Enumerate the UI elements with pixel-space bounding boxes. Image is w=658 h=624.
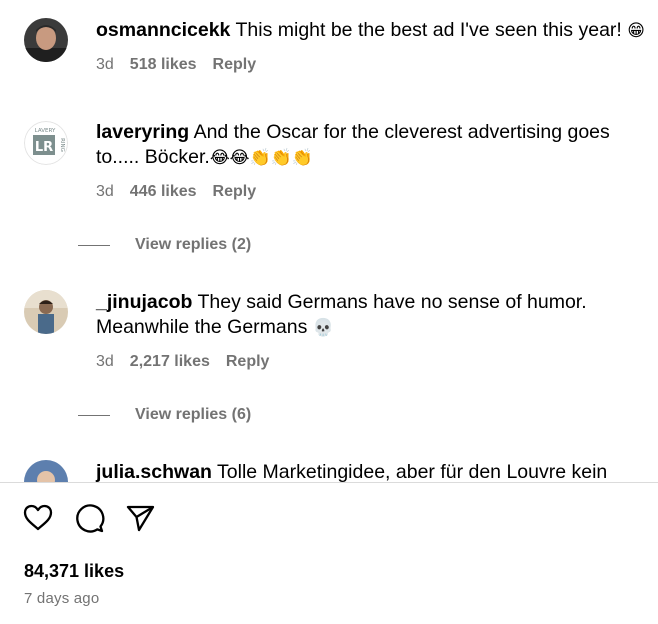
avatar[interactable]: [24, 460, 68, 483]
view-replies-button[interactable]: View replies (6): [78, 406, 251, 424]
avatar-logo-text: LAVERY: [35, 128, 56, 134]
reply-button[interactable]: Reply: [213, 183, 257, 201]
comment-text: laveryring And the Oscar for the clevere…: [96, 120, 656, 171]
avatar[interactable]: [24, 290, 68, 334]
comment-text: julia.schwan Tolle Marketingidee, aber f…: [96, 460, 656, 483]
avatar-logo-mark: LR: [35, 140, 53, 155]
view-replies-label: View replies (2): [135, 236, 252, 253]
comment-body: Tolle Marketingidee, aber für den Louvre…: [217, 461, 608, 483]
comment-time: 3d: [96, 353, 114, 370]
comment-text: _jinujacob They said Germans have no sen…: [96, 290, 656, 341]
comment-meta: 3d 518 likes Reply: [96, 56, 656, 74]
emoji: 😁: [627, 21, 645, 41]
avatar-logo-side: RING: [59, 138, 65, 152]
comment-time: 3d: [96, 183, 114, 200]
view-replies-button[interactable]: View replies (2): [78, 236, 251, 254]
heart-icon[interactable]: [22, 502, 54, 534]
reply-button[interactable]: Reply: [213, 56, 257, 74]
reply-button[interactable]: Reply: [226, 353, 270, 371]
post-actions: [22, 502, 156, 534]
comment-likes[interactable]: 2,217 likes: [130, 353, 210, 371]
comment-meta: 3d 2,217 likes Reply: [96, 353, 656, 371]
replies-divider-line: [78, 244, 110, 246]
view-replies-label: View replies (6): [135, 406, 252, 423]
section-divider: [0, 482, 658, 483]
comment-meta: 3d 446 likes Reply: [96, 183, 656, 201]
avatar[interactable]: LAVERY LR RING: [24, 121, 68, 165]
comment-username[interactable]: _jinujacob: [96, 291, 192, 313]
comment-time: 3d: [96, 56, 114, 73]
comment-body: This might be the best ad I've seen this…: [235, 19, 622, 41]
comment-likes[interactable]: 518 likes: [130, 56, 197, 74]
comment-body-continued: to..... Böcker.: [96, 146, 210, 168]
post-timestamp: 7 days ago: [24, 590, 100, 607]
comment-username[interactable]: laveryring: [96, 121, 189, 143]
emoji: 😂😂👏👏👏: [209, 148, 314, 168]
comment-likes[interactable]: 446 likes: [130, 183, 197, 201]
share-icon[interactable]: [124, 502, 156, 534]
comment-icon[interactable]: [73, 502, 105, 534]
comment-username[interactable]: osmanncicekk: [96, 19, 230, 41]
replies-divider-line: [78, 414, 110, 416]
comment-body-continued: Meanwhile the Germans: [96, 316, 308, 338]
avatar[interactable]: [24, 18, 68, 62]
comment-body: They said Germans have no sense of humor…: [197, 291, 587, 313]
comment-body: And the Oscar for the cleverest advertis…: [193, 121, 610, 143]
comments-list: osmanncicekk This might be the best ad I…: [0, 0, 658, 483]
comment-text: osmanncicekk This might be the best ad I…: [96, 18, 656, 44]
comment-username[interactable]: julia.schwan: [96, 461, 212, 483]
emoji: 💀: [312, 318, 334, 338]
post-likes-count[interactable]: 84,371 likes: [24, 561, 124, 582]
